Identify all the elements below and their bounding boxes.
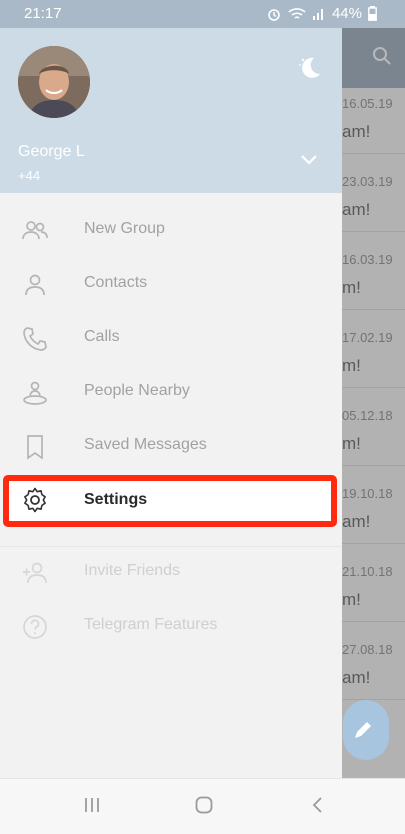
menu-item-invite-friends[interactable]: Invite Friends bbox=[0, 545, 342, 599]
system-nav-bar bbox=[0, 778, 405, 834]
battery-icon bbox=[368, 6, 377, 21]
chevron-down-icon[interactable] bbox=[300, 154, 318, 166]
people-nearby-icon bbox=[23, 381, 47, 405]
back-icon[interactable] bbox=[310, 796, 324, 814]
navigation-drawer: George L +44 New Group Contacts Calls Pe… bbox=[0, 28, 342, 778]
phone-icon bbox=[23, 327, 47, 351]
add-user-icon bbox=[23, 562, 47, 584]
moon-icon[interactable] bbox=[296, 54, 322, 80]
menu-label: Saved Messages bbox=[84, 436, 207, 453]
status-icons: 44% bbox=[266, 5, 377, 22]
menu-label: Contacts bbox=[84, 274, 148, 291]
menu-label: Invite Friends bbox=[84, 562, 181, 579]
menu-label: Telegram Features bbox=[84, 616, 218, 633]
menu-label: New Group bbox=[84, 220, 165, 237]
drawer-scrim[interactable] bbox=[342, 28, 405, 778]
menu-label: Settings bbox=[84, 491, 148, 508]
pencil-icon bbox=[355, 722, 371, 738]
help-icon bbox=[23, 615, 47, 639]
users-icon bbox=[22, 221, 48, 240]
wifi-icon bbox=[288, 7, 306, 19]
menu-item-contacts[interactable]: Contacts bbox=[0, 257, 342, 311]
alarm-icon bbox=[268, 8, 280, 21]
gear-icon bbox=[24, 487, 46, 513]
menu-item-calls[interactable]: Calls bbox=[0, 311, 342, 365]
battery-percent: 44% bbox=[331, 5, 362, 22]
avatar-photo bbox=[18, 46, 90, 118]
signal-icon bbox=[312, 8, 323, 20]
status-bar: 21:17 44% bbox=[0, 0, 405, 28]
menu-label: Calls bbox=[84, 328, 120, 345]
drawer-header: George L +44 bbox=[0, 28, 342, 193]
menu-item-saved-messages[interactable]: Saved Messages bbox=[0, 419, 342, 473]
profile-name: George L bbox=[18, 143, 85, 160]
compose-button[interactable] bbox=[343, 700, 389, 760]
bookmark-icon bbox=[27, 435, 43, 460]
settings-highlight bbox=[3, 475, 337, 527]
status-time: 21:17 bbox=[24, 5, 62, 22]
menu-item-telegram-features[interactable]: Telegram Features bbox=[0, 599, 342, 653]
user-icon bbox=[25, 274, 45, 296]
profile-phone: +44 bbox=[18, 168, 41, 183]
menu-item-settings[interactable]: Settings bbox=[0, 473, 342, 527]
recent-apps-icon[interactable] bbox=[83, 796, 101, 814]
menu-label: People Nearby bbox=[84, 382, 190, 399]
avatar[interactable] bbox=[18, 46, 90, 118]
home-icon[interactable] bbox=[195, 796, 213, 814]
menu-item-people-nearby[interactable]: People Nearby bbox=[0, 365, 342, 419]
menu-item-new-group[interactable]: New Group bbox=[0, 203, 342, 257]
